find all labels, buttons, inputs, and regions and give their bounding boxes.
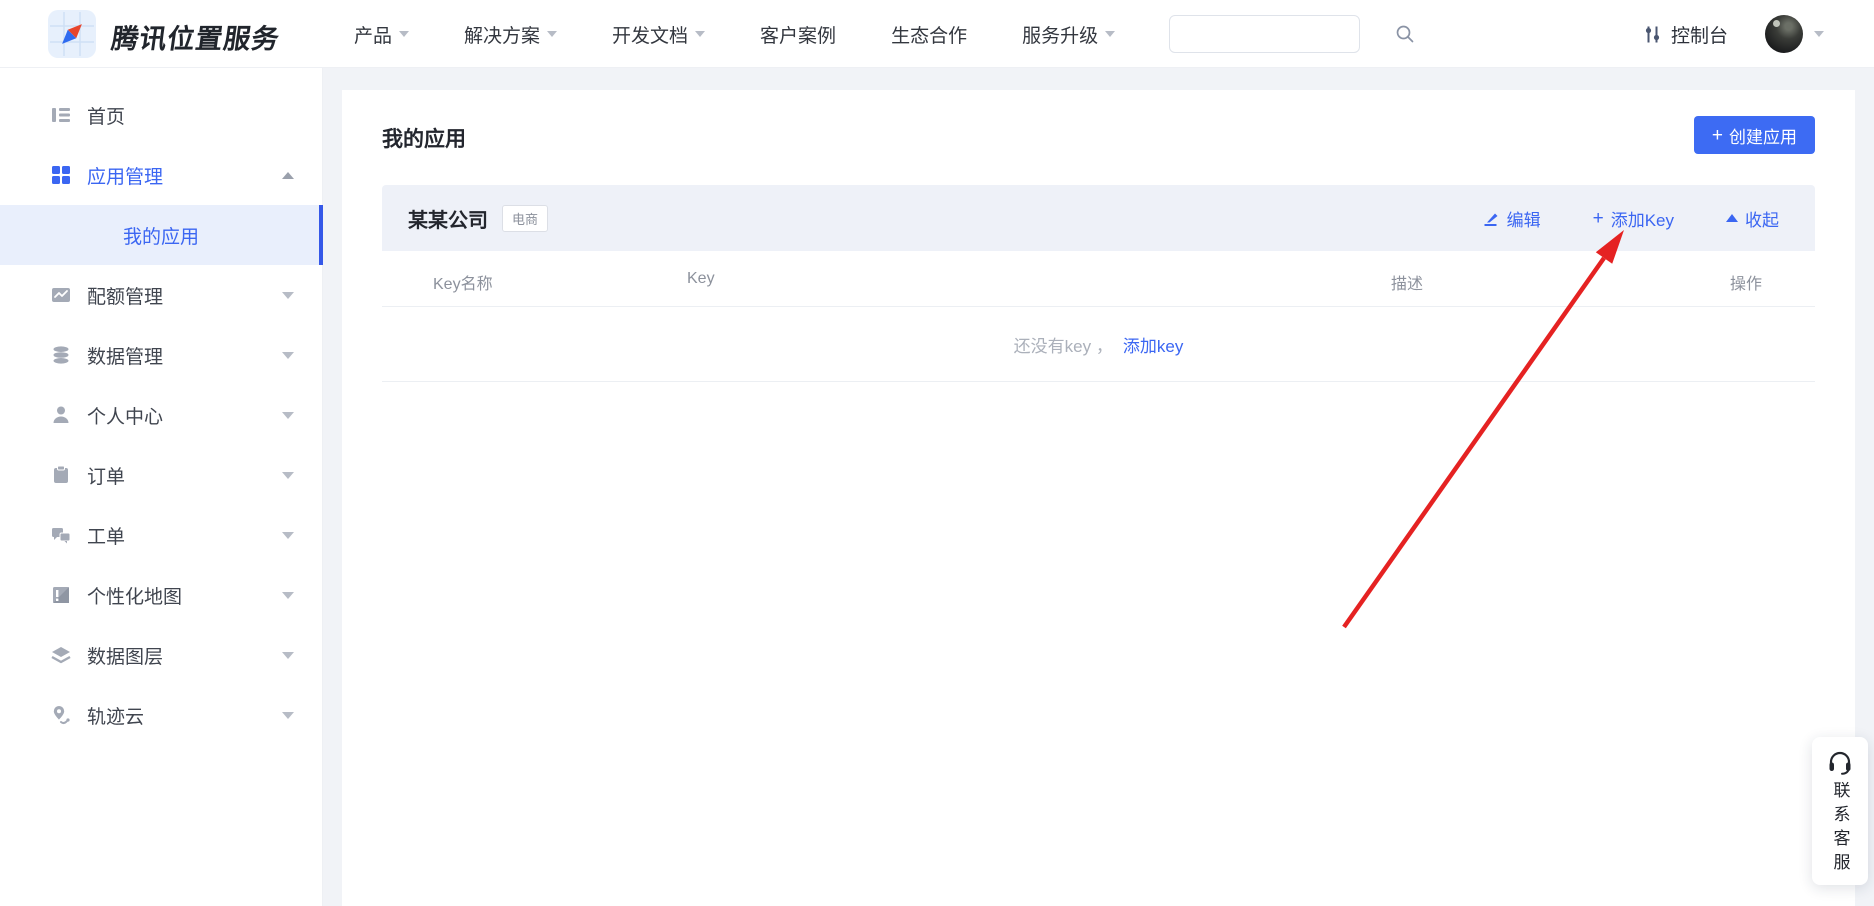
sidebar-item-orders[interactable]: 订单 xyxy=(0,445,322,505)
page-title: 我的应用 xyxy=(382,123,466,153)
track-pin-icon xyxy=(51,705,71,725)
edit-app-button[interactable]: 编辑 xyxy=(1483,206,1541,231)
sidebar-item-my-apps[interactable]: 我的应用 xyxy=(0,205,322,265)
search-icon[interactable] xyxy=(1395,24,1415,44)
sliders-icon xyxy=(1643,25,1662,44)
chevron-down-icon[interactable] xyxy=(282,352,294,359)
contact-support-label: 联系客服 xyxy=(1828,781,1853,877)
chevron-down-icon[interactable] xyxy=(282,712,294,719)
nav-ecosystem[interactable]: 生态合作 xyxy=(891,21,967,48)
contact-support-tab[interactable]: 联系客服 xyxy=(1812,737,1868,885)
nav-service-upgrade[interactable]: 服务升级 xyxy=(1022,21,1115,48)
sidebar-item-track-cloud[interactable]: 轨迹云 xyxy=(0,685,322,745)
brand-logo-compass-icon[interactable] xyxy=(48,10,96,58)
sidebar: 首页 应用管理 我的应用 配额管理 数据管理 个人中心 订 xyxy=(0,68,323,906)
add-key-button[interactable]: + 添加Key xyxy=(1593,206,1674,231)
top-nav: 产品 解决方案 开发文档 客户案例 生态合作 服务升级 xyxy=(354,0,1115,68)
brand-title[interactable]: 腾讯位置服务 xyxy=(109,17,282,56)
nav-solutions[interactable]: 解决方案 xyxy=(464,21,557,48)
custom-map-icon xyxy=(51,585,71,605)
chevron-down-icon xyxy=(695,31,705,37)
column-operations: 操作 xyxy=(1730,270,1762,294)
sidebar-item-home[interactable]: 首页 xyxy=(0,85,322,145)
database-icon xyxy=(51,345,71,365)
chevron-down-icon xyxy=(547,31,557,37)
app-card: 某某公司 电商 编辑 + 添加Key 收起 xyxy=(382,185,1815,382)
sidebar-item-personal-center[interactable]: 个人中心 xyxy=(0,385,322,445)
layers-icon xyxy=(51,645,71,665)
search-box xyxy=(1169,15,1360,53)
sidebar-item-tickets[interactable]: 工单 xyxy=(0,505,322,565)
add-key-link[interactable]: 添加key xyxy=(1123,332,1183,357)
chevron-up-icon[interactable] xyxy=(282,172,294,179)
app-card-actions: 编辑 + 添加Key 收起 xyxy=(1483,206,1779,231)
sidebar-item-data-management[interactable]: 数据管理 xyxy=(0,325,322,385)
empty-state-text: 还没有key ， xyxy=(1014,332,1113,357)
chevron-down-icon[interactable] xyxy=(282,412,294,419)
apps-grid-icon xyxy=(51,165,71,185)
ticket-chat-icon xyxy=(51,525,71,545)
nav-cases[interactable]: 客户案例 xyxy=(760,21,836,48)
chevron-down-icon[interactable] xyxy=(282,532,294,539)
triangle-up-icon xyxy=(1726,214,1738,222)
order-clipboard-icon xyxy=(51,465,71,485)
column-key: Key xyxy=(687,270,715,288)
content-panel: 我的应用 + 创建应用 某某公司 电商 编辑 + 添加Key xyxy=(342,90,1855,906)
user-avatar[interactable] xyxy=(1765,15,1803,53)
pencil-icon xyxy=(1483,210,1500,227)
column-key-name: Key名称 xyxy=(433,270,493,294)
app-card-header: 某某公司 电商 编辑 + 添加Key 收起 xyxy=(382,185,1815,251)
user-icon xyxy=(51,405,71,425)
console-link[interactable]: 控制台 xyxy=(1643,0,1728,68)
sidebar-item-data-layers[interactable]: 数据图层 xyxy=(0,625,322,685)
nav-docs[interactable]: 开发文档 xyxy=(612,21,705,48)
sidebar-item-app-management[interactable]: 应用管理 xyxy=(0,145,322,205)
create-app-button[interactable]: + 创建应用 xyxy=(1694,116,1815,154)
chevron-down-icon[interactable] xyxy=(282,472,294,479)
avatar-chevron-down-icon[interactable] xyxy=(1814,31,1824,37)
page-title-row: 我的应用 + 创建应用 xyxy=(382,90,1815,185)
app-category-badge: 电商 xyxy=(502,205,548,232)
key-table-header: Key名称 Key 描述 操作 xyxy=(382,251,1815,307)
chevron-down-icon xyxy=(1105,31,1115,37)
top-header: 腾讯位置服务 产品 解决方案 开发文档 客户案例 生态合作 服务升级 xyxy=(0,0,1874,68)
chevron-down-icon[interactable] xyxy=(282,292,294,299)
search-input[interactable] xyxy=(1170,16,1395,52)
plus-icon: + xyxy=(1593,209,1604,228)
sidebar-item-quota[interactable]: 配额管理 xyxy=(0,265,322,325)
column-description: 描述 xyxy=(1391,270,1423,294)
headset-icon xyxy=(1826,748,1854,776)
app-name: 某某公司 xyxy=(408,204,488,233)
nav-products[interactable]: 产品 xyxy=(354,21,409,48)
sidebar-item-custom-map[interactable]: 个性化地图 xyxy=(0,565,322,625)
home-list-icon xyxy=(51,105,71,125)
empty-key-row: 还没有key ， 添加key xyxy=(382,307,1815,382)
chevron-down-icon xyxy=(399,31,409,37)
collapse-card-button[interactable]: 收起 xyxy=(1726,206,1779,231)
plus-icon: + xyxy=(1712,126,1723,145)
chevron-down-icon[interactable] xyxy=(282,592,294,599)
quota-chart-icon xyxy=(51,285,71,305)
chevron-down-icon[interactable] xyxy=(282,652,294,659)
